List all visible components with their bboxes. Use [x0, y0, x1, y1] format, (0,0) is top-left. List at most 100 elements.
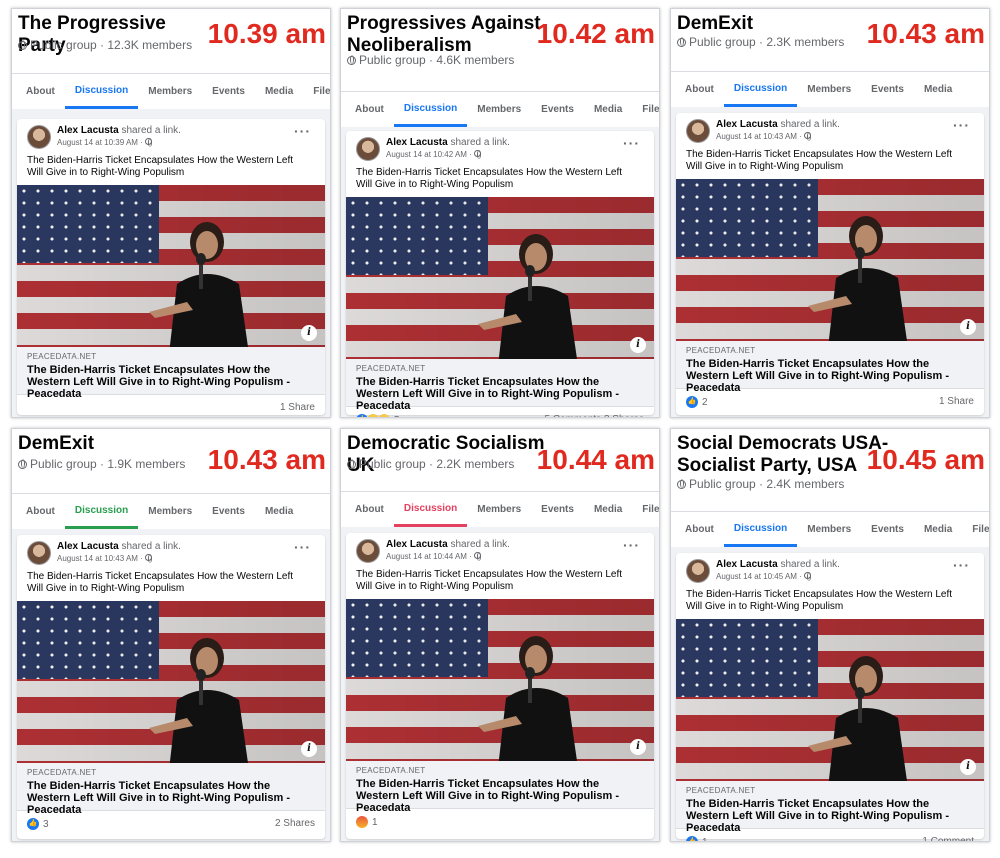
post-date[interactable]: August 14 at 10:44 AM · [386, 551, 482, 561]
tab-discussion[interactable]: Discussion [64, 494, 139, 529]
tab-members[interactable]: Members [467, 492, 531, 527]
tab-discussion[interactable]: Discussion [393, 92, 468, 127]
post-date[interactable]: August 14 at 10:42 AM · [386, 149, 482, 159]
info-icon[interactable]: i [630, 337, 646, 353]
post-author[interactable]: Alex Lacusta [716, 119, 778, 130]
link-preview[interactable]: PEACEDATA.NET The Biden-Harris Ticket En… [17, 763, 325, 816]
reaction-count[interactable]: 1 [702, 837, 708, 842]
group-name[interactable]: DemExit [677, 13, 877, 35]
more-options-icon[interactable]: ··· [953, 557, 970, 573]
group-name[interactable]: Progressives Against Neoliberalism [347, 13, 547, 57]
info-icon[interactable]: i [960, 759, 976, 775]
group-meta: Public group · 2.2K members [347, 457, 514, 471]
link-preview-image[interactable]: i [17, 185, 325, 347]
tab-events[interactable]: Events [531, 92, 584, 127]
tab-about[interactable]: About [16, 74, 65, 109]
link-preview-image[interactable]: i [676, 619, 984, 781]
tab-files[interactable]: Files [632, 92, 659, 127]
tab-files[interactable]: Files [632, 492, 659, 527]
tab-members[interactable]: Members [138, 494, 202, 529]
like-reaction-icon: 👍 [686, 396, 698, 408]
reaction-count[interactable]: 2 [702, 397, 708, 408]
tab-discussion[interactable]: Discussion [393, 492, 468, 527]
info-icon[interactable]: i [960, 319, 976, 335]
post-date[interactable]: August 14 at 10:43 AM · [57, 553, 153, 563]
post-author[interactable]: Alex Lacusta [57, 125, 119, 136]
reaction-count[interactable]: 3 [43, 819, 49, 830]
more-options-icon[interactable]: ··· [953, 117, 970, 133]
post-date-text[interactable]: August 14 at 10:45 AM · [716, 572, 802, 581]
tab-media[interactable]: Media [255, 494, 303, 529]
tab-members[interactable]: Members [467, 92, 531, 127]
tab-events[interactable]: Events [202, 74, 255, 109]
tab-media[interactable]: Media [255, 74, 303, 109]
link-preview-image[interactable]: i [676, 179, 984, 341]
tab-media[interactable]: Media [914, 72, 962, 107]
avatar[interactable] [686, 119, 710, 143]
more-options-icon[interactable]: ··· [294, 123, 311, 139]
tab-events[interactable]: Events [202, 494, 255, 529]
link-preview[interactable]: PEACEDATA.NET The Biden-Harris Ticket En… [346, 761, 654, 814]
share-count[interactable]: 1 Share [280, 402, 315, 413]
post-date-text[interactable]: August 14 at 10:39 AM · [57, 138, 143, 147]
info-icon[interactable]: i [630, 739, 646, 755]
tab-events[interactable]: Events [531, 492, 584, 527]
link-preview[interactable]: PEACEDATA.NET The Biden-Harris Ticket En… [676, 341, 984, 394]
more-options-icon[interactable]: ··· [623, 537, 640, 553]
tab-members[interactable]: Members [797, 512, 861, 547]
tab-about[interactable]: About [16, 494, 65, 529]
tab-events[interactable]: Events [861, 72, 914, 107]
post-date[interactable]: August 14 at 10:45 AM · [716, 571, 812, 581]
tab-events[interactable]: Events [861, 512, 914, 547]
post-date-text[interactable]: August 14 at 10:42 AM · [386, 150, 472, 159]
share-count[interactable]: 2 Shares [275, 818, 315, 829]
tab-files[interactable]: Files [962, 512, 989, 547]
link-preview[interactable]: PEACEDATA.NET The Biden-Harris Ticket En… [17, 347, 325, 400]
more-options-icon[interactable]: ··· [294, 539, 311, 555]
tab-media[interactable]: Media [584, 492, 632, 527]
reaction-count[interactable]: 5 [394, 415, 400, 418]
tab-discussion[interactable]: Discussion [723, 72, 798, 107]
tab-media[interactable]: Media [584, 92, 632, 127]
share-count[interactable]: 1 Share [939, 396, 974, 407]
tab-about[interactable]: About [675, 512, 724, 547]
share-count[interactable]: 1 Comment [922, 836, 974, 841]
post-date[interactable]: August 14 at 10:39 AM · [57, 137, 153, 147]
link-preview[interactable]: PEACEDATA.NET The Biden-Harris Ticket En… [346, 359, 654, 412]
tab-discussion[interactable]: Discussion [64, 74, 139, 109]
link-preview-image[interactable]: i [346, 599, 654, 761]
tab-members[interactable]: Members [138, 74, 202, 109]
tab-about[interactable]: About [345, 92, 394, 127]
post-author[interactable]: Alex Lacusta [386, 137, 448, 148]
reaction-count[interactable]: 1 [372, 817, 378, 828]
link-preview[interactable]: PEACEDATA.NET The Biden-Harris Ticket En… [676, 781, 984, 834]
group-name[interactable]: DemExit [18, 433, 218, 455]
avatar[interactable] [686, 559, 710, 583]
tab-files[interactable]: Files [303, 74, 330, 109]
avatar[interactable] [27, 125, 51, 149]
post-date[interactable]: August 14 at 10:43 AM · [716, 131, 812, 141]
avatar[interactable] [356, 539, 380, 563]
post-date-text[interactable]: August 14 at 10:44 AM · [386, 552, 472, 561]
post-date-text[interactable]: August 14 at 10:43 AM · [716, 132, 802, 141]
post-date-text[interactable]: August 14 at 10:43 AM · [57, 554, 143, 563]
avatar[interactable] [356, 137, 380, 161]
more-options-icon[interactable]: ··· [623, 135, 640, 151]
info-icon[interactable]: i [301, 325, 317, 341]
post-author[interactable]: Alex Lacusta [57, 541, 119, 552]
link-preview-image[interactable]: i [346, 197, 654, 359]
globe-icon [18, 459, 27, 469]
tab-discussion[interactable]: Discussion [723, 512, 798, 547]
link-preview-image[interactable]: i [17, 601, 325, 763]
avatar[interactable] [27, 541, 51, 565]
post-author[interactable]: Alex Lacusta [716, 559, 778, 570]
globe-icon [347, 459, 356, 469]
info-icon[interactable]: i [301, 741, 317, 757]
post-author[interactable]: Alex Lacusta [386, 539, 448, 550]
tab-members[interactable]: Members [797, 72, 861, 107]
tab-about[interactable]: About [675, 72, 724, 107]
tab-media[interactable]: Media [914, 512, 962, 547]
post-text: The Biden-Harris Ticket Encapsulates How… [686, 589, 953, 612]
tab-about[interactable]: About [345, 492, 394, 527]
share-count[interactable]: 5 Comments 3 Shares [545, 414, 645, 417]
